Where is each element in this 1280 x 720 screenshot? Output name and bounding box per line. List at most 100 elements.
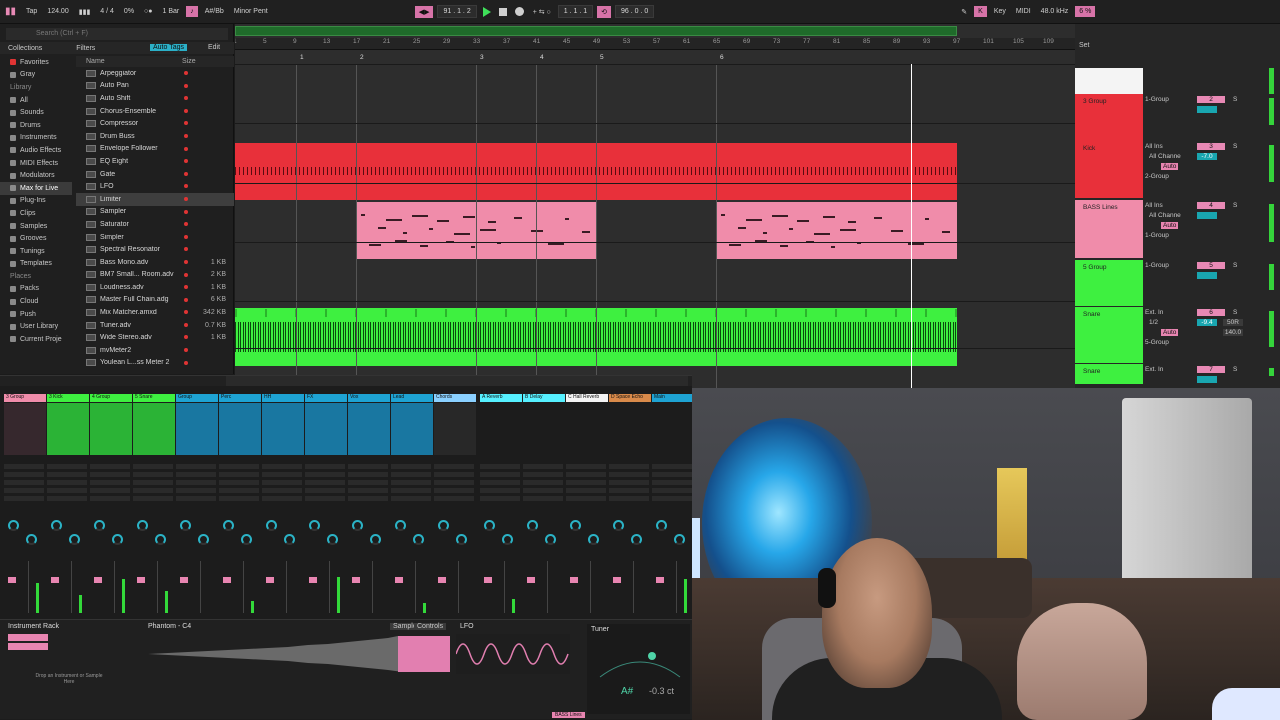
sample-waveform[interactable] [148,634,450,674]
track-activator[interactable] [94,577,102,583]
send-knob[interactable] [241,534,252,545]
signature-field[interactable]: 4 / 4 [95,8,119,15]
sidebar-item-all[interactable]: All [0,94,72,107]
volume-fader[interactable] [633,561,634,613]
send-knob[interactable] [309,520,320,531]
channel-routing[interactable] [391,464,431,504]
input-select[interactable]: 1-Group [1145,96,1169,103]
arrangement-view[interactable]: 1591317212529333741454953576165697377818… [235,24,1075,388]
channel-header[interactable]: Main [652,394,692,402]
session-clip-area[interactable] [47,403,89,455]
list-item[interactable]: Master Full Chain.adg 6 KB [76,294,234,307]
channel-header[interactable]: Group [176,394,218,402]
locator-marker[interactable]: 5 [600,54,604,61]
channel-header[interactable]: 3 Group [4,394,46,402]
channel-header[interactable]: HH [262,394,304,402]
sidebar-item-clips[interactable]: Clips [0,207,72,220]
volume-fader[interactable] [71,561,72,613]
track-number[interactable]: 7 [1197,366,1225,373]
locator-row[interactable]: 1 2 3 4 5 6 [235,54,1075,64]
follow-icon[interactable]: ○● [139,8,157,15]
send-knob[interactable] [370,534,381,545]
volume-fader[interactable] [590,561,591,613]
track-activator[interactable] [223,577,231,583]
list-item[interactable]: Mix Matcher.amxd 342 KB [76,306,234,319]
solo-button[interactable]: S [1233,366,1237,373]
list-item[interactable]: Auto Pan [76,80,234,93]
session-clip-area[interactable] [219,403,261,455]
key-map-icon[interactable]: K [974,6,987,17]
send-knob[interactable] [198,534,209,545]
size-column[interactable]: Size [182,58,196,65]
tuner-device[interactable]: Tuner A# -0.3 ct [587,624,690,714]
session-clip-area[interactable] [176,403,218,455]
sidebar-item-packs[interactable]: Packs [0,283,72,296]
locator-marker[interactable]: 4 [540,54,544,61]
volume-field[interactable] [1197,106,1217,113]
sidebar-item-cloud[interactable]: Cloud [0,295,72,308]
list-item[interactable]: Tuner.adv 0.7 KB [76,319,234,332]
volume-fader[interactable] [243,561,244,613]
tab-controls[interactable]: Controls [414,623,447,630]
track-activator[interactable] [613,577,621,583]
tempo-field[interactable]: 124.00 [42,8,73,15]
lfo-display[interactable] [456,634,570,674]
input-select[interactable]: All Ins [1145,202,1163,209]
monitor-auto[interactable]: Auto [1161,222,1179,229]
channel-select[interactable]: 1/2 [1149,319,1158,326]
stop-button[interactable] [498,7,507,16]
loop-icon[interactable]: ⟲ [597,5,612,18]
solo-button[interactable]: S [1233,309,1237,316]
key-select[interactable]: A#/Bb [200,8,229,15]
send-knob[interactable] [155,534,166,545]
volume-field[interactable] [1197,272,1217,279]
sidebar-item-drums[interactable]: Drums [0,119,72,132]
scale-icon[interactable]: ♪ [186,6,198,17]
locator-marker[interactable]: 3 [480,54,484,61]
tap-button[interactable]: Tap [21,8,42,15]
output-select[interactable]: 2-Group [1145,173,1169,180]
sidebar-item-sounds[interactable]: Sounds [0,106,72,119]
send-knob[interactable] [266,520,277,531]
list-item[interactable]: Envelope Follower [76,143,234,156]
filters-button[interactable]: Filters [76,45,95,52]
send-knob[interactable] [395,520,406,531]
track-number[interactable]: 2 [1197,96,1225,103]
play-button[interactable] [482,6,491,17]
channel-routing[interactable] [262,464,302,504]
list-item[interactable]: Gate [76,168,234,181]
record-button[interactable] [514,7,524,16]
rack-chain-2[interactable] [8,643,48,650]
volume-fader[interactable] [157,561,158,613]
song-position[interactable]: 91 . 1 . 2 [437,5,477,18]
draw-icon[interactable]: ✎ [956,8,972,16]
track-activator[interactable] [137,577,145,583]
track-3-group[interactable]: 3 Group [1075,94,1143,141]
send-knob[interactable] [352,520,363,531]
send-knob[interactable] [588,534,599,545]
volume-fader[interactable] [547,561,548,613]
volume-fader[interactable] [415,561,416,613]
channel-routing[interactable] [609,464,649,504]
track-snare[interactable]: Snare [1075,364,1143,384]
channel-routing[interactable] [4,464,44,504]
send-knob[interactable] [527,520,538,531]
track-bass-lines[interactable]: BASS Lines [1075,200,1143,258]
list-item[interactable]: Wide Stereo.adv 1 KB [76,331,234,344]
track-number[interactable]: 3 [1197,143,1225,150]
output-select[interactable]: 5-Group [1145,339,1169,346]
session-clip-area[interactable] [348,403,390,455]
extra-field[interactable]: 140.0 [1223,329,1243,336]
volume-fader[interactable] [676,561,677,613]
solo-button[interactable]: S [1233,143,1237,150]
channel-routing[interactable] [305,464,345,504]
quantize-select[interactable]: 1 Bar [158,8,185,15]
track-activator[interactable] [438,577,446,583]
volume-field[interactable] [1197,212,1217,219]
session-clip-area[interactable] [434,403,476,455]
send-knob[interactable] [51,520,62,531]
volume-fader[interactable] [286,561,287,613]
channel-routing[interactable] [480,464,520,504]
send-knob[interactable] [674,534,685,545]
channel-header[interactable]: 4 Group [90,394,132,402]
